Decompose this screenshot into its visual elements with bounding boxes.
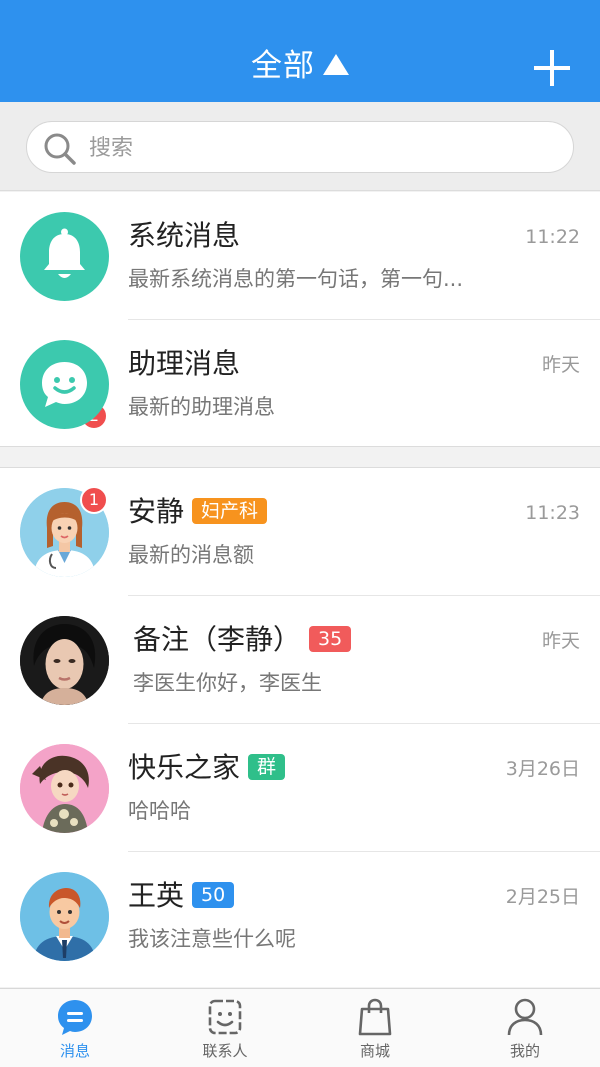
list-item-chat[interactable]: 王英 50 我该注意些什么呢 2月25日 [0, 852, 600, 980]
conversation-time: 3月26日 [505, 758, 580, 780]
tab-messages[interactable]: 消息 [0, 989, 150, 1067]
tab-label: 联系人 [202, 1042, 248, 1060]
conversation-name: 系统消息 [128, 219, 241, 252]
conversation-preview: 李医生你好，李医生 [133, 671, 322, 695]
list-item-group-chat[interactable]: 快乐之家群 哈哈哈 3月26日 [0, 724, 600, 852]
tab-label: 消息 [59, 1042, 90, 1060]
shopping-bag-icon [358, 998, 392, 1036]
woman-portrait-photo [20, 616, 109, 705]
list-item-chat[interactable]: 备注（李静） 35 李医生你好，李医生 昨天 [0, 596, 600, 724]
list-item-system-message[interactable]: 2 系统消息 最新系统消息的第一句话，第一句... 11:22 [0, 192, 600, 430]
conversation-preview: 最新的助理消息 [128, 395, 275, 419]
count-tag: 35 [309, 626, 352, 652]
tab-label: 我的 [509, 1042, 540, 1060]
male-avatar [20, 872, 109, 961]
add-button[interactable] [530, 46, 574, 90]
group-name: 快乐之家 [128, 751, 241, 784]
conversation-name: 安静 妇产科 [128, 494, 268, 530]
conversation-time: 11:23 [525, 502, 580, 524]
conversation-preview: 最新系统消息的第一句话，第一句... [128, 267, 464, 291]
conversation-time: 2月25日 [505, 886, 580, 908]
conversation-time: 昨天 [541, 630, 580, 652]
system-message-list: 2 系统消息 最新系统消息的第一句话，第一句... 11:22 助理消息 最新的… [0, 192, 600, 447]
conversation-name: 备注（李静） 35 [133, 622, 352, 658]
search-box[interactable] [26, 121, 574, 173]
conversation-preview: 哈哈哈 [128, 799, 191, 823]
contact-name: 安静 [128, 495, 185, 528]
profile-icon [507, 998, 543, 1036]
tab-contacts[interactable]: 联系人 [150, 989, 300, 1067]
triangle-up-icon [323, 54, 349, 75]
top-bar: 全部 [0, 0, 600, 102]
department-tag: 妇产科 [192, 498, 268, 524]
tab-label: 商城 [359, 1042, 390, 1060]
chat-list: 1 安静 妇产科 最新的消息额 11:23 备注（李静） 35 李医生你好，李医生 … [0, 467, 600, 987]
search-input[interactable] [89, 130, 549, 166]
list-item-chat[interactable]: 1 安静 妇产科 最新的消息额 11:23 [0, 468, 600, 596]
message-icon [58, 1000, 92, 1035]
conversation-preview: 最新的消息额 [128, 543, 254, 567]
bell-icon [44, 228, 85, 278]
conversation-name: 助理消息 [128, 347, 241, 380]
filter-title: 全部 [251, 48, 315, 84]
conversation-preview: 我该注意些什么呢 [128, 927, 296, 951]
plus-icon [534, 50, 570, 86]
conversation-name: 快乐之家群 [128, 750, 286, 786]
group-tag: 群 [248, 754, 286, 780]
unread-badge: 1 [80, 486, 108, 514]
conversation-time: 11:22 [525, 226, 580, 248]
assistant-avatar [20, 340, 109, 429]
filter-dropdown[interactable]: 全部 [0, 44, 600, 88]
conversation-name: 王英 50 [128, 878, 235, 914]
group-avatar [20, 744, 109, 833]
search-icon [44, 133, 76, 165]
conversation-time: 昨天 [541, 354, 580, 376]
contact-name: 王英 [128, 879, 185, 912]
count-tag: 50 [192, 882, 235, 908]
chat-smile-icon [42, 362, 87, 407]
cartoon-girl-illustration [20, 744, 109, 833]
system-avatar [20, 212, 109, 301]
contact-photo-avatar [20, 616, 109, 705]
contacts-icon [208, 999, 242, 1035]
tab-profile[interactable]: 我的 [450, 989, 600, 1067]
list-item-assistant-message[interactable]: 助理消息 最新的助理消息 昨天 [0, 320, 600, 448]
bottom-tab-bar: 消息 联系人 商城 我的 [0, 988, 600, 1067]
search-bar [0, 102, 600, 191]
tab-store[interactable]: 商城 [300, 989, 450, 1067]
man-illustration [20, 872, 109, 961]
contact-name: 备注（李静） [133, 623, 302, 656]
